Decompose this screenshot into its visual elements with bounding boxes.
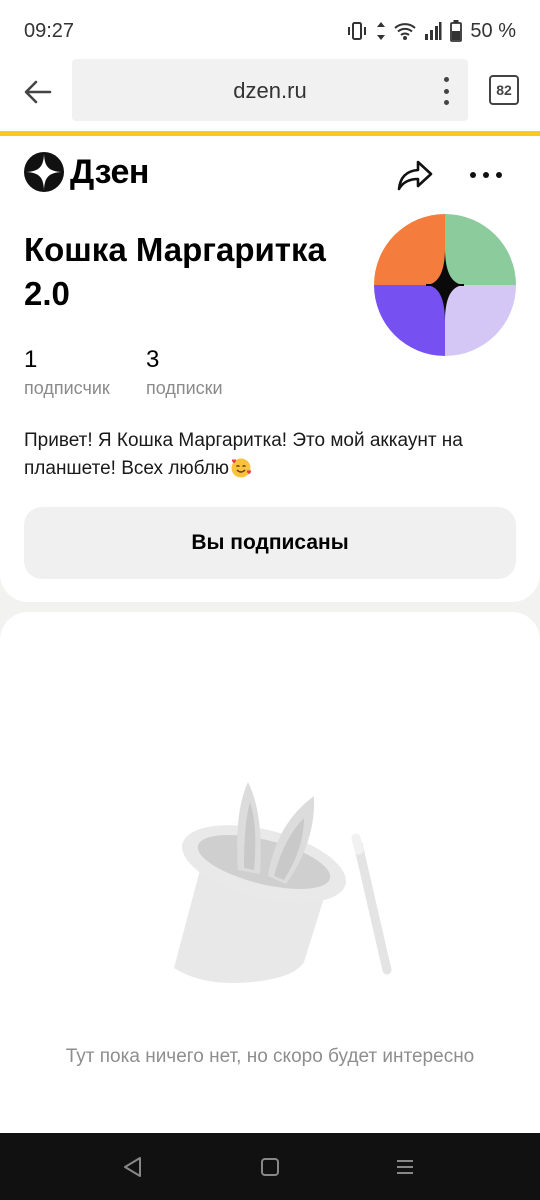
stat-label: подписки bbox=[146, 378, 223, 398]
dzen-logo[interactable]: Дзен bbox=[24, 152, 149, 192]
status-icons: 50 % bbox=[346, 18, 516, 44]
nav-home-button[interactable] bbox=[254, 1151, 286, 1183]
stat-subscriptions[interactable]: 3 подписки bbox=[146, 346, 223, 399]
nav-recents-button[interactable] bbox=[389, 1151, 421, 1183]
dzen-logo-icon bbox=[24, 152, 64, 192]
menu-dots-icon[interactable] bbox=[438, 77, 454, 105]
url-text: dzen.ru bbox=[233, 78, 307, 103]
battery-icon bbox=[450, 20, 463, 42]
stat-label: подписчик bbox=[24, 378, 110, 398]
profile-name: Кошка Маргаритка 2.0 bbox=[24, 231, 326, 312]
profile-bio: Привет! Я Кошка Маргаритка! Это мой акка… bbox=[24, 427, 516, 483]
profile-card: Дзен Кошка Маргаритка 2.0 1 подписчик 3 … bbox=[0, 136, 540, 602]
subscribed-button[interactable]: Вы подписаны bbox=[24, 507, 516, 579]
stat-value: 3 bbox=[146, 346, 160, 373]
smiling-face-with-hearts-icon bbox=[231, 458, 252, 478]
wifi-icon bbox=[394, 23, 417, 40]
status-bar: 09:27 50 % bbox=[0, 0, 540, 62]
nav-back-button[interactable] bbox=[117, 1151, 149, 1183]
data-arrows-icon bbox=[377, 22, 386, 40]
back-button[interactable] bbox=[18, 72, 58, 112]
system-nav-bar bbox=[0, 1133, 540, 1200]
stat-value: 1 bbox=[24, 346, 38, 373]
tabs-icon[interactable]: 82 bbox=[489, 75, 519, 105]
magic-hat-icon bbox=[174, 782, 392, 984]
feed-card: Тут пока ничего нет, но скоро будет инте… bbox=[0, 612, 540, 1152]
share-icon bbox=[397, 160, 433, 191]
signal-icon bbox=[425, 22, 442, 40]
vibrate-icon bbox=[348, 22, 367, 40]
stat-subscribers[interactable]: 1 подписчик bbox=[24, 346, 110, 399]
status-time: 09:27 bbox=[24, 20, 75, 42]
nav-back-icon bbox=[124, 1157, 141, 1177]
nav-recents-icon bbox=[397, 1160, 413, 1174]
logo-text: Дзен bbox=[70, 152, 149, 191]
back-arrow-icon bbox=[24, 80, 52, 104]
url-field[interactable]: dzen.ru bbox=[72, 59, 468, 121]
browser-toolbar: dzen.ru 82 bbox=[0, 56, 540, 132]
nav-home-icon bbox=[261, 1158, 279, 1176]
more-icon[interactable] bbox=[466, 158, 506, 192]
battery-percent: 50 % bbox=[470, 19, 516, 42]
avatar[interactable] bbox=[374, 214, 516, 356]
share-button[interactable] bbox=[394, 154, 436, 196]
empty-feed-message: Тут пока ничего нет, но скоро будет инте… bbox=[65, 1046, 475, 1067]
